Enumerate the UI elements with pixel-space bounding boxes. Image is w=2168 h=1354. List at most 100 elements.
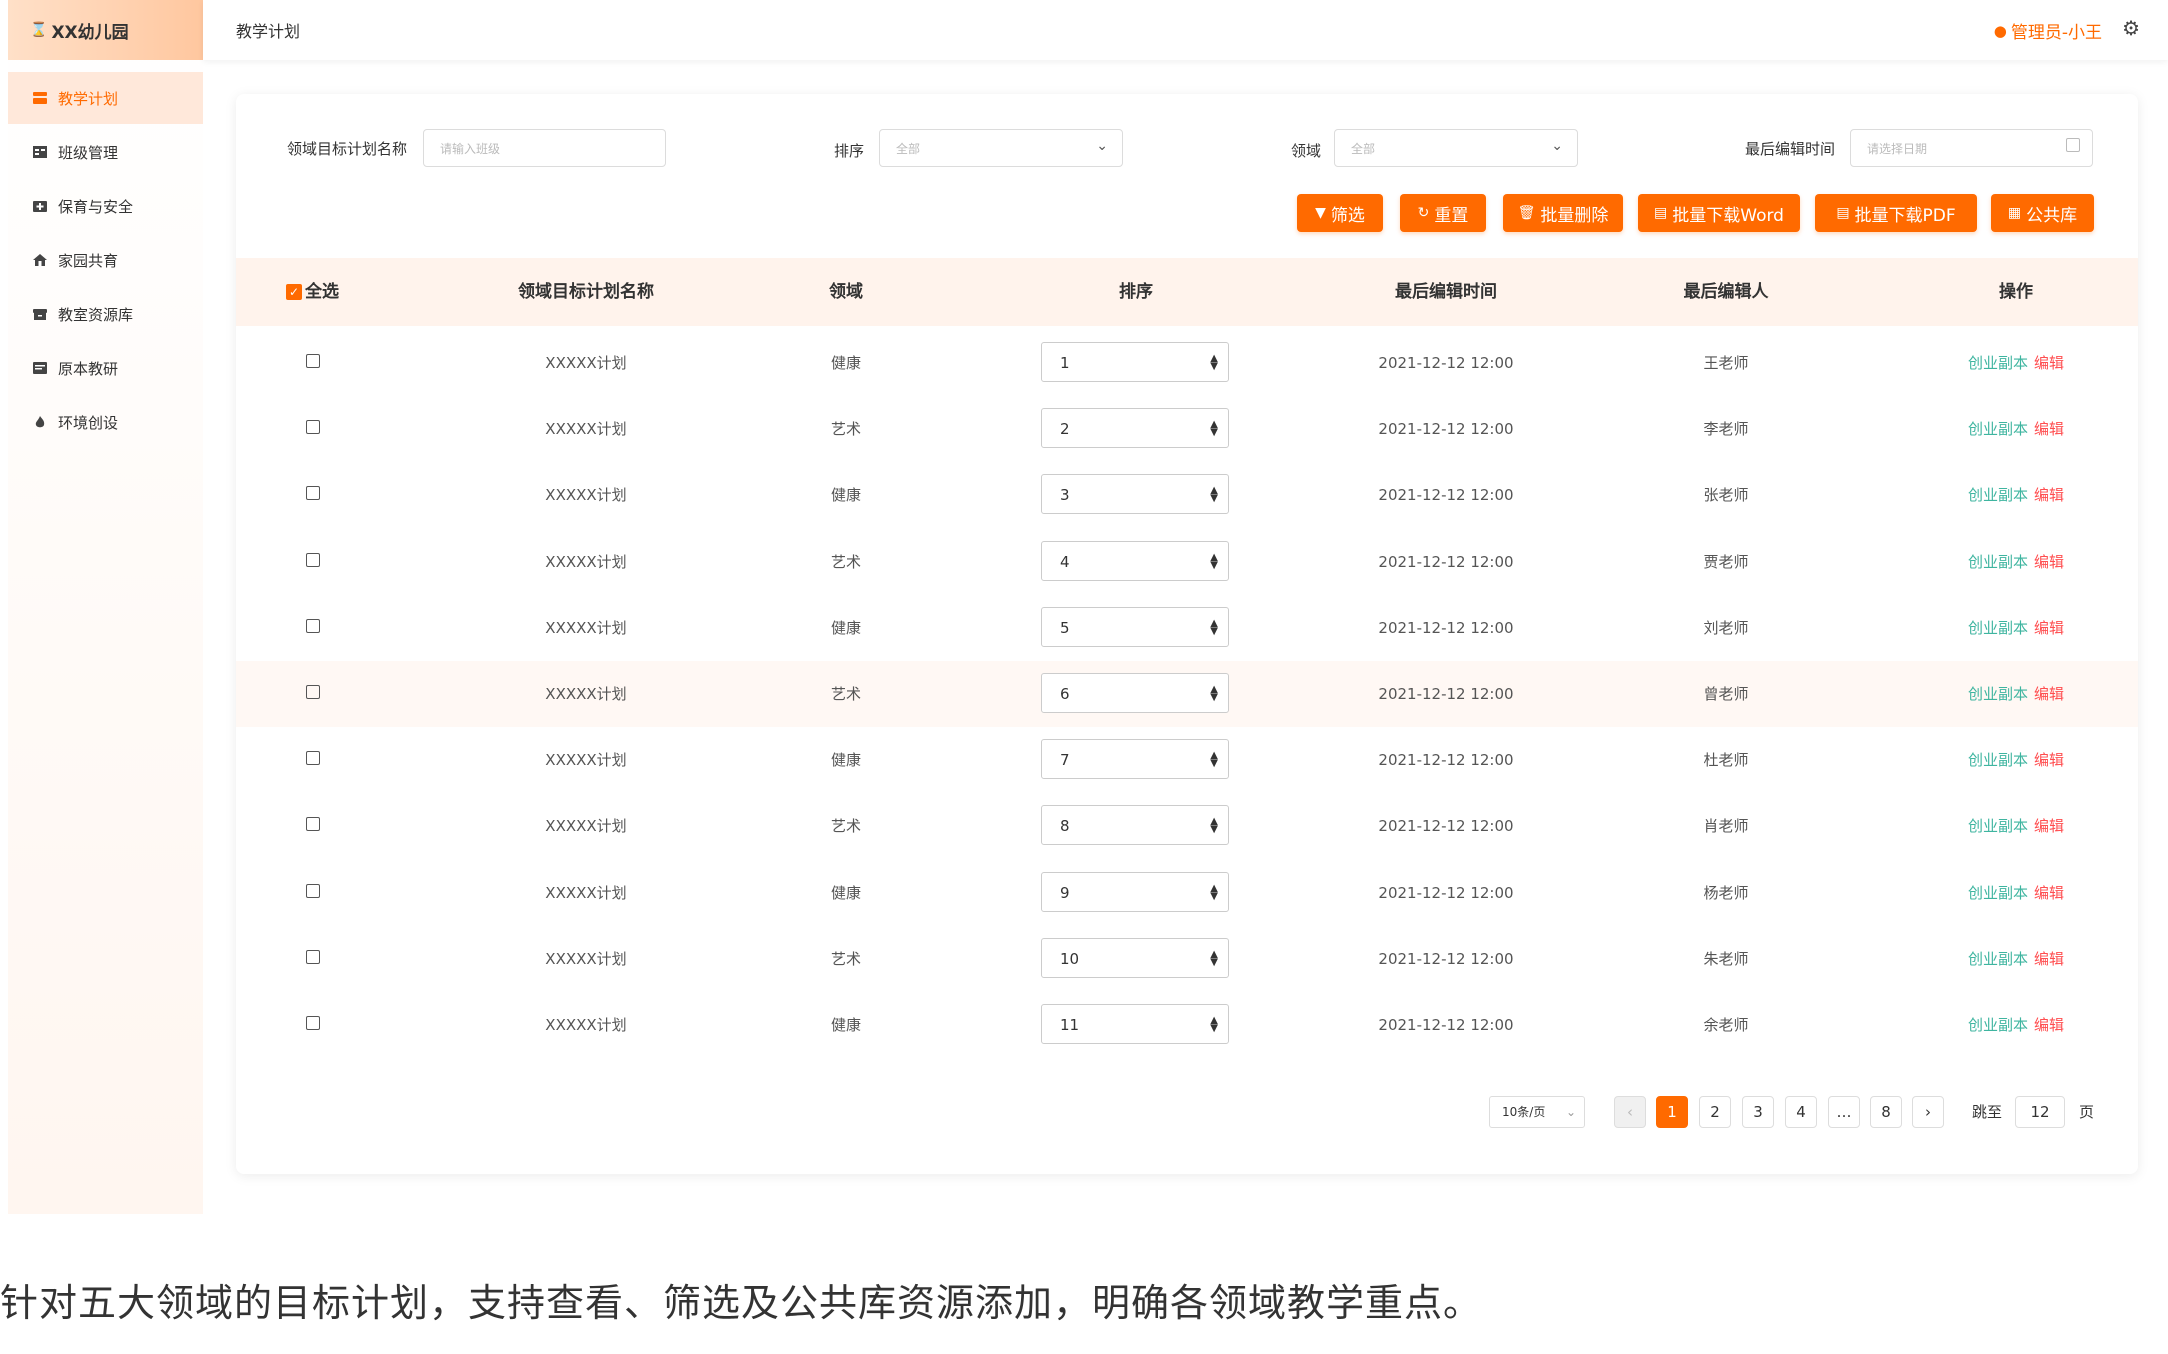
copy-link[interactable]: 创业副本 [1968,817,2028,835]
col-header-name: 领域目标计划名称 [518,282,654,302]
table-header: ✓ 全选 领域目标计划名称 领域 排序 最后编辑时间 最后编辑人 操作 [236,258,2138,326]
row-checkbox[interactable] [306,1016,320,1030]
updown-arrows-icon[interactable]: ▲ ▼ [1210,674,1218,703]
sort-stepper[interactable]: 11 ▲ ▼ [1041,1004,1229,1044]
copy-link[interactable]: 创业副本 [1968,950,2028,968]
row-checkbox[interactable] [306,486,320,501]
updown-arrows-icon[interactable]: ▲ ▼ [1210,1005,1218,1034]
download-pdf-button[interactable]: ▤ 批量下载PDF [1815,194,1977,232]
sort-stepper[interactable]: 7 ▲ ▼ [1041,739,1229,780]
edit-link[interactable]: 编辑 [2034,884,2064,902]
sort-stepper[interactable]: 10 ▲ ▼ [1041,937,1229,978]
app-logo[interactable]: ⌛ XX幼儿园 [8,0,203,60]
page-size-select[interactable]: 10条/页 ⌄ [1489,1096,1585,1128]
sidebar-item-teaching-plan[interactable]: 教学计划 [8,72,203,124]
sidebar-item-label: 班级管理 [58,143,119,162]
sort-stepper[interactable]: 9 ▲ ▼ [1041,871,1229,912]
edit-link[interactable]: 编辑 [2034,950,2064,968]
doc-stack-icon [33,92,47,104]
page-button-8[interactable]: 8 [1870,1096,1902,1128]
sidebar-item-home-school[interactable]: 家园共育 [8,234,203,286]
sort-stepper[interactable]: 5 ▲ ▼ [1041,606,1229,647]
sidebar-item-environment[interactable]: 环境创设 [8,396,203,448]
copy-link[interactable]: 创业副本 [1968,553,2028,571]
row-checkbox[interactable] [306,354,320,368]
row-edit-time: 2021-12-12 12:00 [1378,1016,1514,1034]
row-checkbox[interactable] [306,618,320,633]
download-word-button[interactable]: ▤ 批量下载Word [1638,194,1800,232]
table-row: XXXXX计划 健康 7 ▲ ▼ 2021-12-12 12:00 杜老师 创业副本 编辑 [236,727,2138,793]
sort-stepper[interactable]: 4 ▲ ▼ [1041,540,1229,581]
row-checkbox[interactable] [306,751,320,766]
sidebar-item-class-management[interactable]: 班级管理 [8,126,203,178]
page-button-4[interactable]: 4 [1785,1096,1817,1128]
edit-link[interactable]: 编辑 [2034,619,2064,637]
copy-link[interactable]: 创业副本 [1968,420,2028,438]
sort-stepper[interactable]: 3 ▲ ▼ [1041,474,1229,515]
page-button-3[interactable]: 3 [1742,1096,1774,1128]
domain-filter-select[interactable]: 全部 ⌄ [1334,129,1578,167]
page-ellipsis-button[interactable]: … [1828,1096,1860,1128]
public-library-button[interactable]: ▦ 公共库 [1991,194,2094,232]
select-all-checkbox[interactable]: ✓ 全选 [286,258,356,326]
edit-link[interactable]: 编辑 [2034,553,2064,571]
row-checkbox[interactable] [306,552,320,567]
copy-link[interactable]: 创业副本 [1968,1016,2028,1034]
row-actions: 创业副本 编辑 [1936,727,2096,793]
row-actions: 创业副本 编辑 [1936,595,2096,661]
copy-link[interactable]: 创业副本 [1968,884,2028,902]
sort-stepper[interactable]: 1 ▲ ▼ [1041,342,1229,382]
copy-link[interactable]: 创业副本 [1968,354,2028,372]
edit-link[interactable]: 编辑 [2034,1016,2064,1034]
sidebar-item-classroom-resources[interactable]: 教室资源库 [8,288,203,340]
sidebar-item-care-safety[interactable]: 保育与安全 [8,180,203,232]
reset-button[interactable]: ↻ 重置 [1400,194,1486,232]
copy-link[interactable]: 创业副本 [1968,751,2028,769]
edit-link[interactable]: 编辑 [2034,817,2064,835]
goto-page-input[interactable]: 12 [2015,1096,2065,1128]
caption-text: 针对五大领域的目标计划，支持查看、筛选及公共库资源添加，明确各领域教学重点。 [0,1281,1483,1325]
updown-arrows-icon[interactable]: ▲ ▼ [1210,343,1218,372]
updown-arrows-icon[interactable]: ▲ ▼ [1210,873,1218,901]
edit-link[interactable]: 编辑 [2034,685,2064,703]
sort-stepper[interactable]: 8 ▲ ▼ [1041,805,1229,846]
updown-arrows-icon[interactable]: ▲ ▼ [1210,409,1218,438]
row-checkbox[interactable] [306,685,320,699]
time-filter-datepicker[interactable]: 请选择日期 [1850,129,2093,167]
page-button-1[interactable]: 1 [1656,1096,1688,1128]
row-checkbox[interactable] [306,883,320,898]
updown-arrows-icon[interactable]: ▲ ▼ [1210,939,1218,967]
sort-stepper[interactable]: 2 ▲ ▼ [1041,408,1229,449]
sort-stepper[interactable]: 6 ▲ ▼ [1041,673,1229,713]
updown-arrows-icon[interactable]: ▲ ▼ [1210,806,1218,835]
copy-link[interactable]: 创业副本 [1968,685,2028,703]
row-checkbox[interactable] [306,949,320,964]
sort-value: 5 [1060,618,1070,637]
updown-arrows-icon[interactable]: ▲ ▼ [1210,542,1218,570]
edit-link[interactable]: 编辑 [2034,354,2064,372]
copy-link[interactable]: 创业副本 [1968,619,2028,637]
row-editor: 杨老师 [1703,883,1749,902]
edit-link[interactable]: 编辑 [2034,420,2064,438]
sort-filter-select[interactable]: 全部 ⌄ [879,129,1123,167]
row-checkbox[interactable] [306,420,320,435]
next-page-button[interactable]: › [1912,1096,1944,1128]
updown-arrows-icon[interactable]: ▲ ▼ [1210,740,1218,769]
filter-button[interactable]: ▼ 筛选 [1297,194,1383,232]
copy-link[interactable]: 创业副本 [1968,486,2028,504]
user-menu[interactable]: ● 管理员-小王 [1994,18,2102,44]
sidebar-item-research[interactable]: 原本教研 [8,342,203,394]
name-filter-input[interactable]: 请输入班级 [423,129,666,167]
updown-arrows-icon[interactable]: ▲ ▼ [1210,475,1218,504]
prev-page-button[interactable]: ‹ [1614,1096,1646,1128]
chevron-down-icon: ⌄ [1096,138,1108,154]
page-button-2[interactable]: 2 [1699,1096,1731,1128]
edit-link[interactable]: 编辑 [2034,486,2064,504]
page-unit-label: 页 [2079,1103,2095,1121]
edit-link[interactable]: 编辑 [2034,751,2064,769]
batch-delete-button[interactable]: 🗑 批量删除 [1503,194,1623,232]
updown-arrows-icon[interactable]: ▲ ▼ [1210,608,1218,636]
row-checkbox[interactable] [306,817,320,832]
gear-icon[interactable]: ⚙ [2122,16,2140,40]
sort-value: 1 [1060,354,1070,372]
